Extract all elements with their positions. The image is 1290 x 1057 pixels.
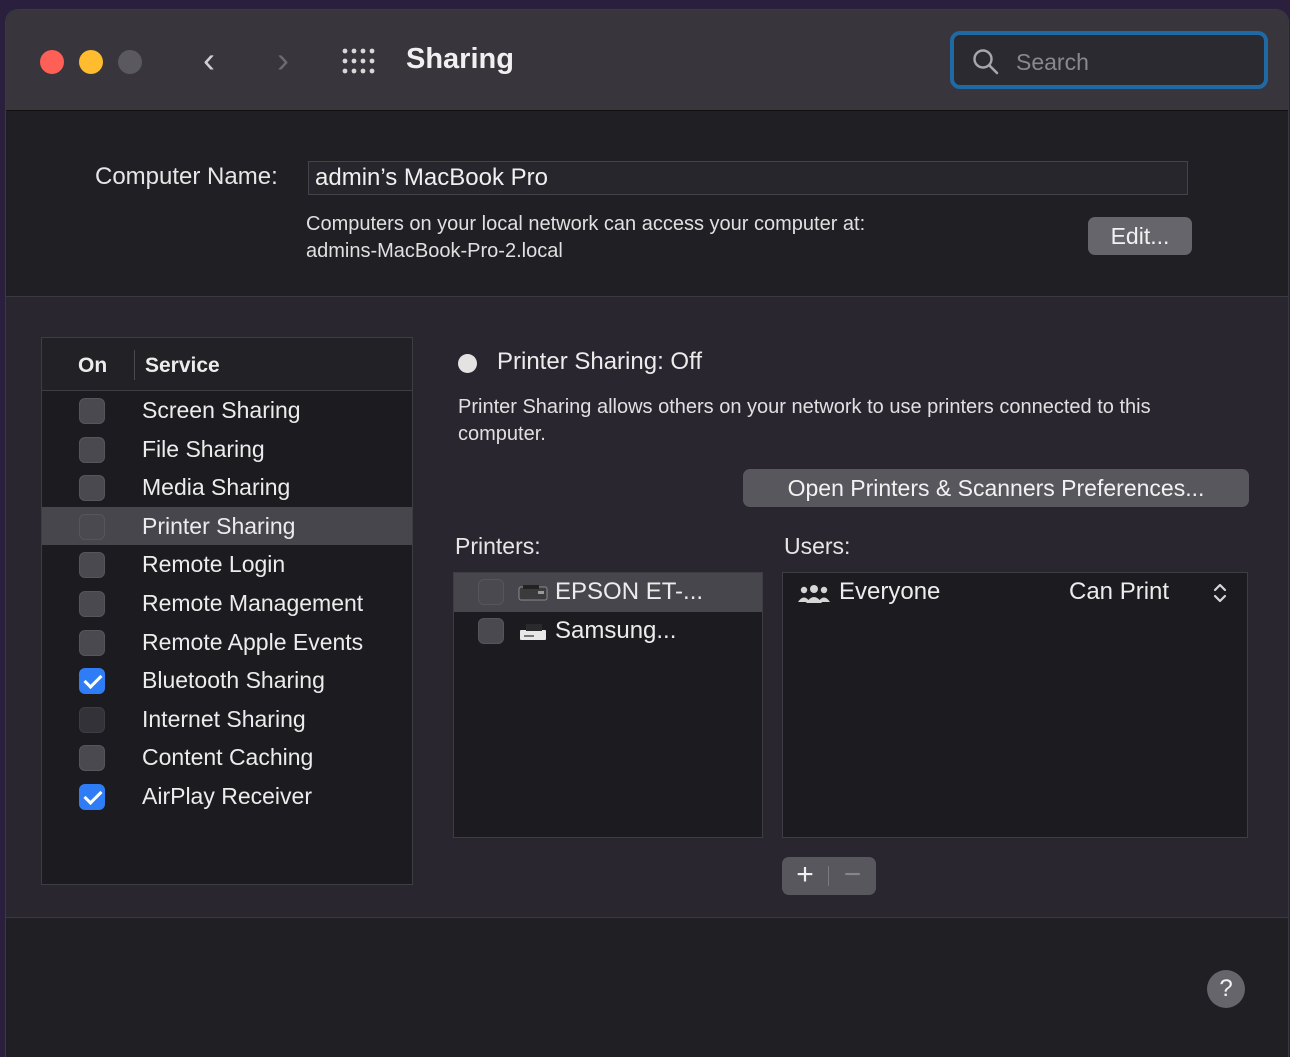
- service-label: Internet Sharing: [142, 705, 306, 732]
- chevron-updown-icon[interactable]: [1211, 581, 1229, 605]
- service-label: Remote Login: [142, 551, 286, 578]
- service-label: Printer Sharing: [142, 512, 296, 539]
- add-user-button[interactable]: +: [782, 857, 828, 895]
- service-label: Remote Apple Events: [142, 628, 364, 655]
- service-checkbox[interactable]: [79, 629, 105, 656]
- sharing-window: ‹ › Sharing Computer Name: Computers on …: [6, 10, 1288, 1057]
- service-checkbox[interactable]: [79, 590, 105, 617]
- network-access-text: Computers on your local network can acce…: [306, 213, 866, 235]
- column-divider: [134, 350, 135, 380]
- computer-name-label: Computer Name:: [95, 163, 278, 190]
- help-button[interactable]: ?: [1207, 970, 1245, 1008]
- status-indicator-icon: [458, 354, 477, 373]
- column-header-service[interactable]: Service: [145, 354, 220, 378]
- service-label: File Sharing: [142, 435, 265, 462]
- service-list-header: On Service: [42, 338, 412, 391]
- service-checkbox[interactable]: [79, 745, 105, 772]
- printers-label: Printers:: [455, 533, 541, 559]
- service-checkbox[interactable]: [79, 783, 105, 810]
- service-row[interactable]: Remote Apple Events: [42, 623, 412, 662]
- edit-hostname-button[interactable]: Edit...: [1088, 217, 1192, 255]
- window-title: Sharing: [406, 43, 514, 75]
- printer-checkbox[interactable]: [478, 579, 504, 605]
- printer-label: Samsung...: [555, 617, 677, 644]
- service-checkbox[interactable]: [79, 706, 105, 733]
- service-rows: Screen Sharing File Sharing Media Sharing P…: [42, 391, 412, 816]
- service-label: Bluetooth Sharing: [142, 667, 325, 694]
- printer-label: EPSON ET-...: [555, 578, 704, 605]
- users-list: Everyone Can Print: [782, 572, 1248, 838]
- search-input[interactable]: [1014, 45, 1258, 79]
- title-bar: ‹ › Sharing: [6, 10, 1288, 111]
- sharing-status: Printer Sharing: Off: [497, 348, 702, 375]
- column-header-on[interactable]: On: [78, 354, 107, 378]
- printers-list: EPSON ET-... Samsung...: [453, 572, 763, 838]
- service-checkbox[interactable]: [79, 475, 105, 502]
- service-label: Screen Sharing: [142, 397, 301, 423]
- printer-row[interactable]: Samsung...: [454, 612, 762, 651]
- service-row[interactable]: AirPlay Receiver: [42, 777, 412, 816]
- service-row[interactable]: Screen Sharing: [42, 391, 412, 430]
- service-checkbox[interactable]: [79, 552, 105, 579]
- service-row[interactable]: Media Sharing: [42, 468, 412, 507]
- computer-name-section: Computer Name: Computers on your local n…: [6, 111, 1288, 297]
- printer-icon: [518, 585, 548, 601]
- show-all-grid-icon[interactable]: [342, 48, 378, 74]
- users-label: Users:: [784, 533, 851, 559]
- close-window-button[interactable]: [40, 50, 64, 74]
- service-list: On Service Screen Sharing File Sharing Med…: [41, 337, 413, 885]
- sharing-main-panel: On Service Screen Sharing File Sharing Med…: [6, 297, 1288, 918]
- service-row[interactable]: Internet Sharing: [42, 700, 412, 739]
- back-button[interactable]: ‹: [194, 40, 224, 80]
- service-description: Printer Sharing allows others on your ne…: [458, 396, 1151, 445]
- service-row[interactable]: Content Caching: [42, 738, 412, 777]
- search-field[interactable]: [950, 31, 1268, 89]
- service-label: AirPlay Receiver: [142, 782, 312, 809]
- service-row[interactable]: Printer Sharing: [42, 506, 412, 546]
- minimize-window-button[interactable]: [79, 50, 103, 74]
- group-icon: [798, 585, 830, 603]
- service-row[interactable]: Remote Management: [42, 584, 412, 623]
- service-checkbox[interactable]: [79, 513, 105, 540]
- service-checkbox[interactable]: [79, 668, 105, 695]
- add-remove-control: + −: [782, 857, 876, 895]
- computer-name-field[interactable]: [308, 161, 1188, 195]
- service-label: Media Sharing: [142, 474, 291, 501]
- remove-user-button[interactable]: −: [829, 857, 876, 895]
- local-hostname: admins-MacBook-Pro-2.local: [306, 240, 563, 262]
- service-checkbox[interactable]: [79, 436, 105, 463]
- printer-row[interactable]: EPSON ET-...: [454, 573, 762, 612]
- service-row[interactable]: Bluetooth Sharing: [42, 661, 412, 700]
- chevron-right-icon: ›: [277, 39, 289, 80]
- service-label: Content Caching: [142, 744, 314, 771]
- chevron-left-icon: ‹: [203, 39, 215, 80]
- search-icon: [973, 49, 999, 75]
- service-row[interactable]: File Sharing: [42, 430, 412, 469]
- open-printers-scanners-button[interactable]: Open Printers & Scanners Preferences...: [743, 469, 1249, 507]
- forward-button[interactable]: ›: [268, 40, 298, 80]
- user-row[interactable]: Everyone Can Print: [783, 573, 1247, 613]
- permission-popup[interactable]: Can Print: [1069, 578, 1169, 606]
- service-row[interactable]: Remote Login: [42, 545, 412, 584]
- printer-checkbox[interactable]: [478, 618, 504, 644]
- service-checkbox[interactable]: [79, 398, 105, 424]
- service-label: Remote Management: [142, 589, 364, 616]
- user-label: Everyone: [839, 578, 941, 605]
- zoom-window-button[interactable]: [118, 50, 142, 74]
- printer-icon: [520, 624, 546, 640]
